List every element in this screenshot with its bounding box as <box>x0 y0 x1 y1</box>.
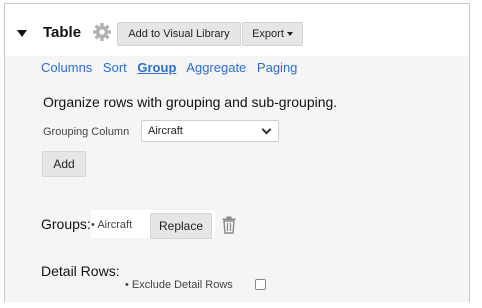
tab-paging[interactable]: Paging <box>257 60 297 75</box>
tab-group[interactable]: Group <box>137 60 176 75</box>
replace-button[interactable]: Replace <box>150 213 212 239</box>
export-button[interactable]: Export <box>242 22 303 46</box>
caret-down-icon[interactable] <box>17 30 27 37</box>
exclude-detail-rows-label: • Exclude Detail Rows <box>125 279 233 291</box>
exclude-detail-rows-text: Exclude Detail Rows <box>131 279 233 291</box>
exclude-detail-rows-checkbox[interactable] <box>255 279 266 290</box>
group-description: Organize rows with grouping and sub-grou… <box>43 94 338 110</box>
group-settings-area: Columns Sort Group Aggregate Paging Orga… <box>5 56 469 302</box>
add-label: Add <box>53 157 75 171</box>
trash-icon[interactable] <box>222 216 236 234</box>
grouping-column-select[interactable]: Aircraft <box>141 120 279 142</box>
panel-title: Table <box>43 24 82 41</box>
add-button[interactable]: Add <box>42 151 86 177</box>
add-to-visual-library-button[interactable]: Add to Visual Library <box>117 22 241 46</box>
settings-tabs: Columns Sort Group Aggregate Paging <box>41 60 304 75</box>
tab-columns[interactable]: Columns <box>41 60 92 75</box>
detail-rows-label: Detail Rows: <box>41 263 120 279</box>
groups-label: Groups: <box>41 216 91 232</box>
group-item-name: Aircraft <box>97 219 133 231</box>
grouping-column-value: Aircraft <box>148 125 183 137</box>
add-to-visual-library-label: Add to Visual Library <box>128 28 230 40</box>
panel-header: Table Add to Visual Library Export <box>5 4 469 56</box>
gear-icon[interactable] <box>92 22 112 42</box>
caret-down-icon <box>286 32 293 37</box>
export-label: Export <box>252 28 284 40</box>
group-item-label: • Aircraft <box>91 219 133 231</box>
table-panel: Table Add to Visual Library Export Colum… <box>4 3 470 302</box>
tab-sort[interactable]: Sort <box>103 60 127 75</box>
grouping-column-label: Grouping Column <box>43 126 130 138</box>
tab-aggregate[interactable]: Aggregate <box>186 60 246 75</box>
replace-label: Replace <box>158 219 204 233</box>
chevron-down-icon <box>261 124 272 135</box>
